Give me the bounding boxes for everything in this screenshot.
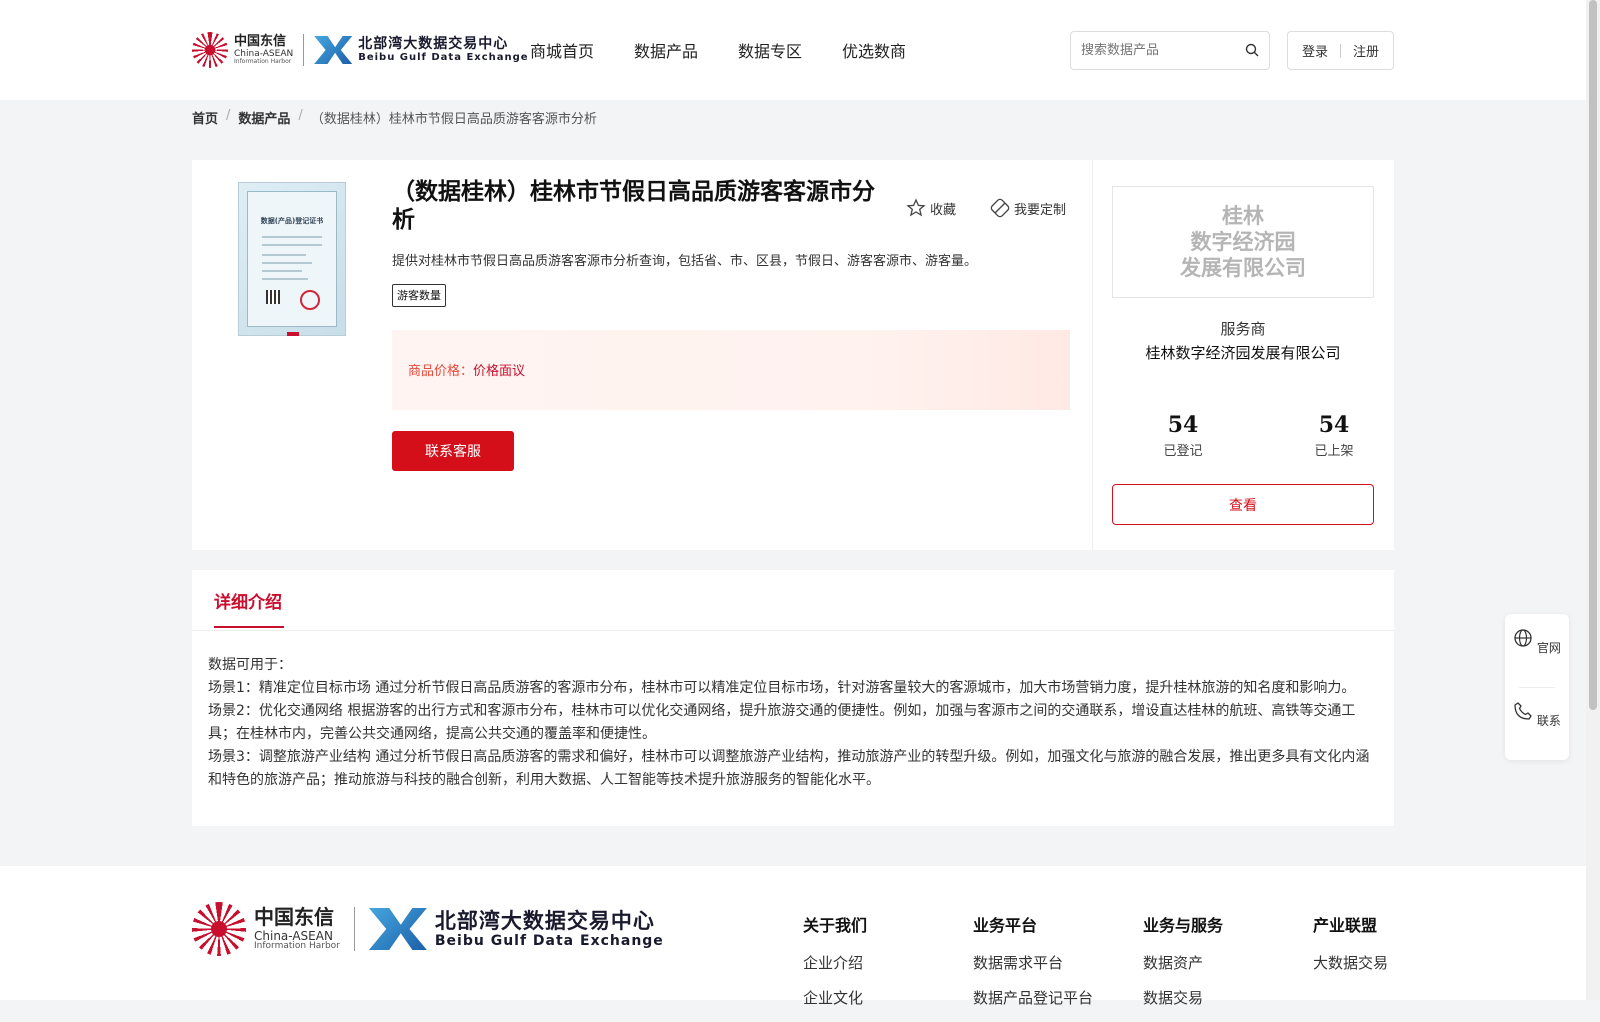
search-box — [1070, 31, 1270, 70]
product-thumbnail[interactable]: 数据(产品)登记证书 — [238, 182, 346, 336]
product-card: 数据(产品)登记证书 （数据桂林）桂林市节假日高品质游客客源市分析 收藏 我要定… — [192, 160, 1394, 550]
search-input[interactable] — [1071, 32, 1231, 69]
customize-icon — [990, 198, 1010, 218]
customize-button[interactable]: 我要定制 — [990, 198, 1066, 218]
footer-column-title: 业务与服务 — [1143, 916, 1224, 935]
logo-en-sub-text: Information Harbor — [234, 58, 292, 65]
provider-name: 桂林数字经济园发展有限公司 — [1145, 344, 1341, 362]
price-value: 价格面议 — [473, 364, 526, 379]
listed-stat: 54 已上架 — [1274, 412, 1394, 459]
beibu-x-icon — [368, 908, 427, 950]
detail-section: 详细介绍 数据可用于： 场景1：精准定位目标市场 通过分析节假日高品质游客的客源… — [192, 570, 1394, 826]
phone-icon — [1514, 702, 1532, 720]
provider-logo: 桂林 数字经济园 发展有限公司 — [1112, 186, 1374, 298]
product-title: （数据桂林）桂林市节假日高品质游客客源市分析 — [392, 179, 875, 233]
top-header: 中国东信 China-ASEAN Information Harbor 北部湾大… — [0, 0, 1586, 100]
listed-count: 54 — [1318, 412, 1350, 438]
footer-column-about: 关于我们 企业介绍 企业文化 — [803, 912, 867, 1022]
provider-logo-line: 数字经济园 — [1190, 230, 1296, 254]
customize-label: 我要定制 — [1014, 202, 1067, 218]
footer-column-title: 业务平台 — [973, 916, 1038, 935]
product-description: 提供对桂林市节假日高品质游客客源市分析查询，包括省、市、区县，节假日、游客客源市… — [392, 254, 978, 269]
nav-item-home[interactable]: 商城首页 — [530, 38, 594, 62]
footer-column-alliance: 产业联盟 大数据交易 — [1313, 912, 1388, 987]
floating-toolbar: 官网 联系 — [1505, 614, 1569, 760]
certificate-title: 数据(产品)登记证书 — [260, 217, 324, 225]
provider-logo-line: 桂林 — [1222, 204, 1264, 228]
footer-link[interactable]: 企业文化 — [803, 987, 867, 1008]
view-provider-button[interactable]: 查看 — [1112, 484, 1374, 525]
price-panel: 商品价格：价格面议 — [392, 330, 1070, 410]
detail-paragraph: 场景1：精准定位目标市场 通过分析节假日高品质游客的客源市分布，桂林市可以精准定… — [208, 680, 1356, 696]
search-icon[interactable] — [1245, 43, 1259, 57]
contact-float-button[interactable]: 联系 — [1505, 701, 1569, 729]
favorite-label: 收藏 — [930, 202, 957, 218]
logo2-cn-text: 北部湾大数据交易中心 — [358, 35, 509, 52]
breadcrumb-section[interactable]: 数据产品 — [238, 108, 290, 127]
registered-count: 54 — [1167, 412, 1199, 438]
nav-item-data-zone[interactable]: 数据专区 — [738, 38, 802, 62]
carousel-indicator[interactable] — [287, 332, 299, 336]
footer-logo[interactable]: 中国东信 China-ASEAN Information Harbor 北部湾大… — [192, 902, 664, 956]
detail-paragraph: 场景3：调整旅游产业结构 通过分析节假日高品质游客的需求和偏好，桂林市可以调整旅… — [208, 749, 1370, 788]
footer-column-title: 关于我们 — [803, 916, 868, 935]
favorite-button[interactable]: 收藏 — [906, 198, 956, 218]
logo2-en-text: Beibu Gulf Data Exchange — [358, 52, 529, 64]
footer-column-platform: 业务平台 数据需求平台 数据产品登记平台 — [973, 912, 1093, 1022]
footer-link[interactable]: 数据产品登记平台 — [973, 987, 1093, 1008]
star-icon — [906, 198, 926, 217]
footer-logo-cn-text: 中国东信 — [254, 905, 334, 929]
breadcrumb-home[interactable]: 首页 — [192, 108, 218, 127]
footer-link[interactable]: 企业介绍 — [803, 952, 867, 973]
nav-item-vendors[interactable]: 优选数商 — [842, 38, 906, 62]
detail-paragraph: 数据可用于： — [208, 657, 292, 673]
website-label: 官网 — [1536, 641, 1561, 655]
footer-column-title: 产业联盟 — [1313, 916, 1378, 935]
page-scrollbar[interactable] — [1586, 0, 1600, 1000]
scrollbar-thumb[interactable] — [1589, 0, 1597, 710]
detail-paragraph: 场景2：优化交通网络 根据游客的出行方式和客源市分布，桂林市可以优化交通网络，提… — [208, 703, 1356, 742]
footer-logo2-en-text: Beibu Gulf Data Exchange — [434, 933, 664, 950]
breadcrumb: 首页 / 数据产品 / （数据桂林）桂林市节假日高品质游客客源市分析 — [192, 108, 597, 127]
website-button[interactable]: 官网 — [1505, 628, 1569, 656]
main-nav: 商城首页 数据产品 数据专区 优选数商 — [530, 38, 906, 62]
product-tag: 游客数量 — [392, 284, 446, 307]
china-asean-burst-icon — [192, 902, 246, 956]
listed-label: 已上架 — [1314, 444, 1354, 459]
footer-logo2-cn-text: 北部湾大数据交易中心 — [434, 908, 655, 933]
beibu-x-icon — [314, 36, 353, 64]
china-asean-burst-icon — [192, 32, 228, 68]
footer-logo-en-sub-text: Information Harbor — [254, 941, 340, 951]
provider-logo-line: 发展有限公司 — [1180, 256, 1306, 280]
registered-label: 已登记 — [1163, 444, 1203, 459]
globe-icon — [1514, 629, 1532, 647]
breadcrumb-current: （数据桂林）桂林市节假日高品质游客客源市分析 — [310, 112, 597, 127]
footer-link[interactable]: 数据资产 — [1143, 952, 1223, 973]
auth-box: 登录 注册 — [1287, 31, 1394, 70]
footer: 中国东信 China-ASEAN Information Harbor 北部湾大… — [0, 866, 1586, 1007]
detail-text: 数据可用于： 场景1：精准定位目标市场 通过分析节假日高品质游客的客源市分布，桂… — [208, 654, 1378, 792]
register-link[interactable]: 注册 — [1353, 41, 1379, 60]
price-label: 商品价格： — [408, 364, 474, 379]
contact-float-label: 联系 — [1536, 714, 1561, 728]
nav-item-data-products[interactable]: 数据产品 — [634, 38, 698, 62]
footer-link[interactable]: 大数据交易 — [1313, 952, 1388, 973]
contact-service-button[interactable]: 联系客服 — [392, 431, 514, 471]
seal-icon — [300, 290, 320, 310]
registered-stat: 54 已登记 — [1123, 412, 1243, 459]
qr-code-icon — [266, 290, 280, 304]
login-link[interactable]: 登录 — [1302, 41, 1328, 60]
provider-role: 服务商 — [1220, 320, 1266, 338]
site-logo[interactable]: 中国东信 China-ASEAN Information Harbor 北部湾大… — [192, 28, 529, 72]
footer-column-services: 业务与服务 数据资产 数据交易 — [1143, 912, 1223, 1022]
logo-cn-text: 中国东信 — [234, 34, 287, 49]
tab-detail[interactable]: 详细介绍 — [214, 588, 282, 613]
footer-link[interactable]: 数据交易 — [1143, 987, 1223, 1008]
footer-link[interactable]: 数据需求平台 — [973, 952, 1093, 973]
